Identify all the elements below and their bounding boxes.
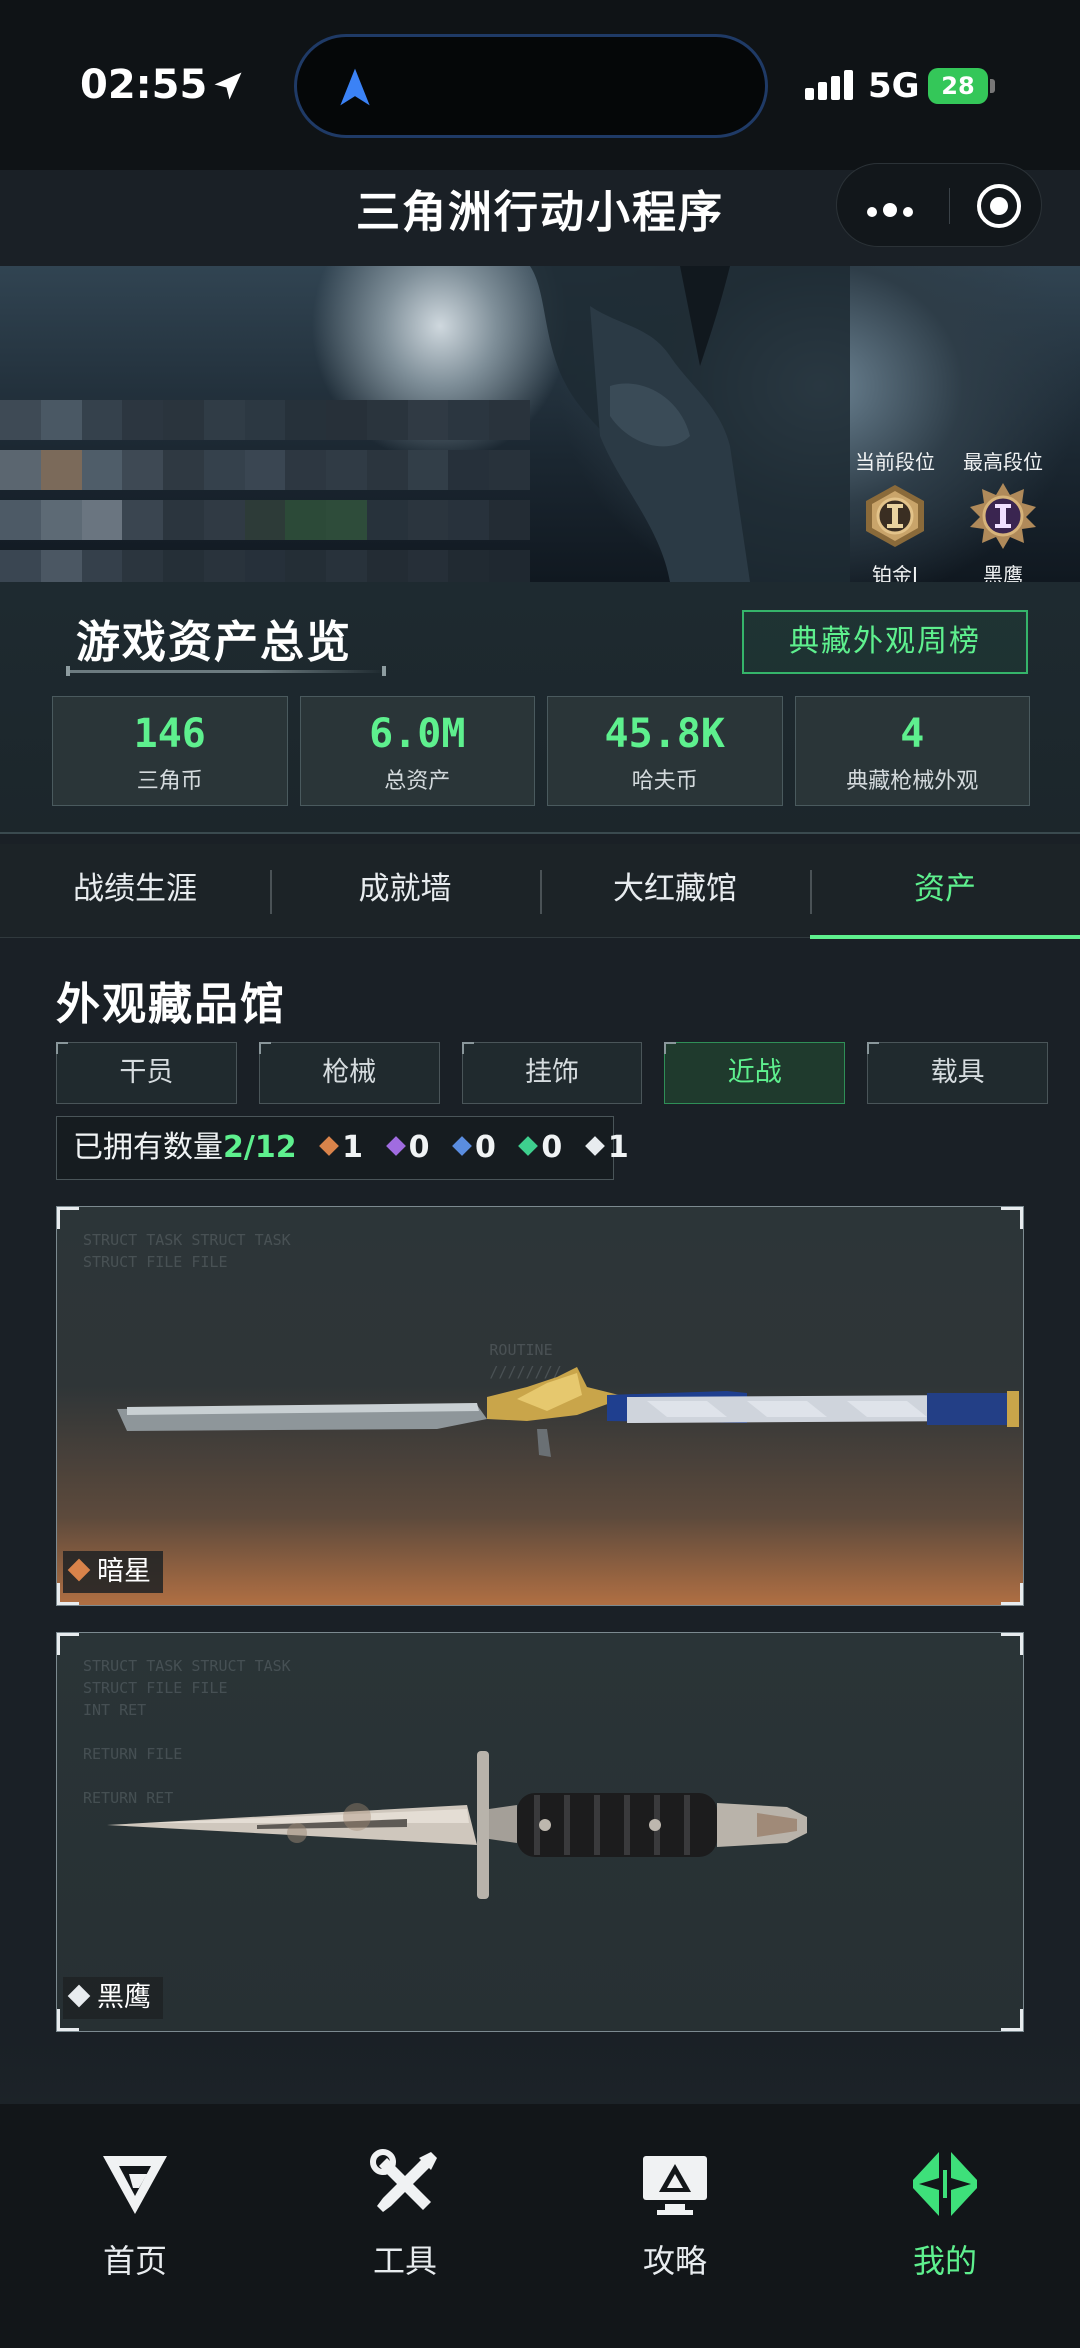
orange-rarity-icon: [319, 1135, 340, 1156]
best-rank-label: 最高段位: [963, 450, 1043, 474]
capsule-divider: [949, 188, 950, 224]
filter-firearms[interactable]: 枪械: [258, 1042, 440, 1104]
dynamic-island: [294, 34, 768, 138]
blurred-avatar-mosaic: [0, 400, 530, 582]
card-corner: [57, 2009, 79, 2031]
stat-value: 146: [133, 711, 206, 757]
stat-card: 6.0M 总资产: [299, 696, 535, 806]
delta-logo-icon: [103, 2156, 167, 2214]
filter-vehicles[interactable]: 载具: [867, 1042, 1048, 1104]
signal-icon: [805, 70, 857, 100]
nav-label: 我的: [912, 2242, 977, 2280]
close-miniprogram-icon[interactable]: [977, 184, 1021, 228]
tab-achievements[interactable]: 成就墙: [270, 844, 540, 937]
more-icon[interactable]: [867, 202, 919, 221]
stat-label: 哈夫币: [631, 769, 698, 794]
owned-count: 2/12: [223, 1130, 297, 1165]
card-corner: [57, 1633, 79, 1655]
purple-rarity-icon: [385, 1135, 406, 1156]
rarity-count: 1: [342, 1130, 364, 1165]
stats-row: 146 三角币 6.0M 总资产 45.8K 哈夫币 4 典藏枪械外观: [52, 696, 1030, 806]
nav-tools[interactable]: 工具: [270, 2104, 540, 2348]
card-corner: [1001, 1583, 1023, 1605]
stat-value: 6.0M: [369, 711, 466, 757]
nav-profile[interactable]: 我的: [810, 2104, 1080, 2348]
green-rarity-icon: [518, 1135, 539, 1156]
tools-icon: [370, 2149, 437, 2212]
white-rarity-icon: [584, 1135, 605, 1156]
platinum-rank-badge-icon: [866, 485, 924, 547]
stat-label: 总资产: [384, 769, 451, 794]
collection-title: 外观藏品馆: [56, 979, 286, 1030]
rarity-count: 0: [408, 1130, 430, 1165]
rarity-count: 0: [541, 1130, 563, 1165]
nav-home[interactable]: 首页: [0, 2104, 270, 2348]
stat-card: 45.8K 哈夫币: [547, 696, 783, 806]
stat-value: 4: [900, 711, 925, 757]
weekly-skin-ranking-button[interactable]: 典藏外观周榜: [742, 610, 1028, 674]
stat-card: 4 典藏枪械外观: [794, 696, 1030, 806]
melee-skin-card[interactable]: STRUCT TASK STRUCT TASK STRUCT FILE FILE…: [56, 1632, 1024, 2032]
stat-label: 三角币: [136, 769, 203, 794]
stat-card: 146 三角币: [52, 696, 288, 806]
status-bar: 02:55 5G 28: [0, 0, 1080, 170]
current-rank-name: 铂金Ⅰ: [872, 563, 918, 582]
best-rank: 最高段位 黑鹰: [948, 446, 1058, 582]
bottom-navigation: 首页 工具 攻略 我的: [0, 2104, 1080, 2348]
card-corner: [57, 1207, 79, 1229]
filter-melee[interactable]: 近战: [664, 1042, 846, 1104]
nav-label: 首页: [102, 2242, 167, 2280]
nav-label: 工具: [372, 2242, 437, 2280]
item-name: 暗星: [97, 1556, 151, 1587]
battery-icon: 28: [928, 68, 988, 104]
filter-operators[interactable]: 干员: [56, 1042, 237, 1104]
card-corner: [1001, 1207, 1023, 1229]
best-rank-name: 黑鹰: [983, 563, 1023, 582]
card-corner: [1001, 2009, 1023, 2031]
white-rarity-icon: [67, 1984, 91, 2007]
blue-rarity-icon: [452, 1135, 472, 1156]
owned-label: 已拥有数量: [73, 1130, 223, 1165]
rarity-count: 0: [474, 1130, 496, 1165]
card-corner: [1001, 1633, 1023, 1655]
tab-red-collection[interactable]: 大红藏馆: [540, 844, 810, 937]
collection-filters: 干员 枪械 挂饰 近战 载具: [56, 1042, 1048, 1104]
current-rank: 当前段位 铂金Ⅰ: [840, 446, 950, 582]
melee-skin-card[interactable]: STRUCT TASK STRUCT TASK STRUCT FILE FILE…: [56, 1206, 1024, 1606]
nav-label: 攻略: [642, 2242, 707, 2280]
card-corner: [57, 1583, 79, 1605]
asset-overview: 游戏资产总览 典藏外观周榜 146 三角币 6.0M 总资产 45.8K 哈夫币…: [0, 582, 1080, 834]
profile-banner: 当前段位 铂金Ⅰ 最高段位 黑鹰: [0, 266, 1080, 582]
nav-guides[interactable]: 攻略: [540, 2104, 810, 2348]
item-name: 黑鹰: [97, 1982, 151, 2013]
black-hawk-knife-image: [107, 1751, 807, 1899]
content-bottom-spacer: [0, 2034, 1080, 2104]
rarity-count: 1: [607, 1130, 629, 1165]
location-arrow-icon: [214, 72, 242, 100]
title-underline: [66, 666, 386, 676]
blackhawk-rank-badge-icon: [970, 483, 1036, 549]
tab-assets[interactable]: 资产: [810, 844, 1080, 939]
orange-rarity-icon: [67, 1558, 91, 1581]
current-rank-label: 当前段位: [855, 450, 935, 474]
guide-monitor-icon: [643, 2156, 707, 2215]
tab-career[interactable]: 战绩生涯: [0, 844, 270, 937]
profile-logo-icon: [913, 2152, 977, 2216]
profile-tabs: 战绩生涯 成就墙 大红藏馆 资产: [0, 844, 1080, 939]
miniprogram-capsule: [836, 163, 1042, 247]
dark-star-knife-image: [117, 1367, 1019, 1457]
filter-charms[interactable]: 挂饰: [461, 1042, 643, 1104]
overview-title: 游戏资产总览: [76, 617, 352, 668]
battery-tip: [990, 79, 995, 93]
status-time: 02:55: [80, 62, 208, 108]
network-label: 5G: [868, 66, 920, 106]
navigation-arrow-icon: [340, 68, 370, 106]
stat-value: 45.8K: [604, 711, 725, 757]
owned-summary: 已拥有数量2/12 1 0 0 0 1: [56, 1116, 629, 1180]
stat-label: 典藏枪械外观: [846, 769, 979, 794]
